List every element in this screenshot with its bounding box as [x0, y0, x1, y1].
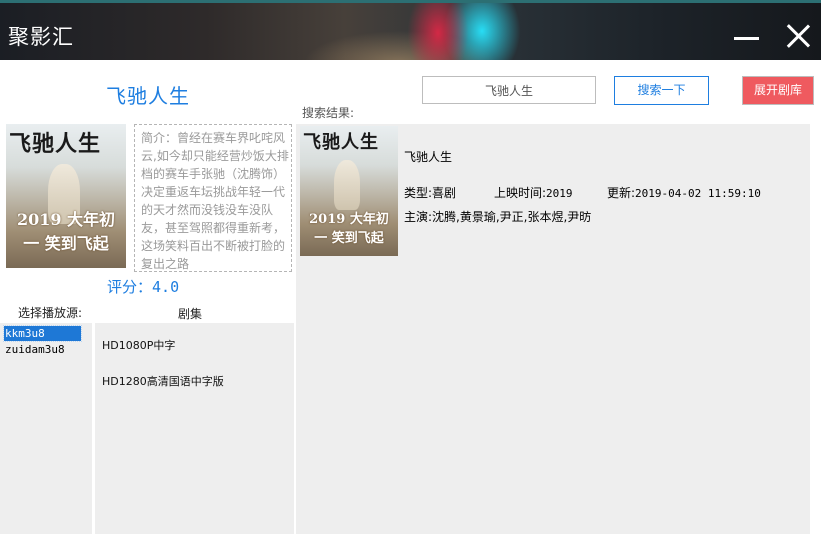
poster-title-text: 飞驰人生: [9, 131, 102, 157]
episode-list[interactable]: HD1080P中字 HD1280高清国语中字版: [95, 323, 294, 534]
source-item-zuidam3u8[interactable]: zuidam3u8: [4, 342, 81, 357]
result-actors-value: 沈腾,黄景瑜,尹正,张本煜,尹昉: [432, 210, 592, 224]
result-poster-title-text: 飞驰人生: [303, 132, 379, 153]
poster-tagline: 2019 大年初一 笑到飞起: [16, 210, 116, 253]
source-label: 选择播放源:: [18, 306, 83, 320]
rating: 评分：4.0: [107, 276, 179, 297]
episode-item-hd1080p[interactable]: HD1080P中字: [102, 337, 175, 353]
episode-label: 剧集: [178, 307, 203, 321]
search-button[interactable]: 搜索一下: [614, 76, 709, 105]
episode-item-hd1280[interactable]: HD1280高清国语中字版: [102, 373, 224, 389]
result-poster[interactable]: 飞驰人生 2019 大年初一 笑到飞起: [300, 126, 398, 256]
result-type-value: 喜剧: [432, 186, 457, 200]
result-title[interactable]: 飞驰人生: [404, 148, 452, 165]
minimize-icon[interactable]: [733, 23, 761, 51]
title-bar[interactable]: 聚影汇: [0, 0, 821, 60]
result-release-label: 上映时间:: [494, 186, 547, 200]
result-poster-tagline: 2019 大年初一 笑到飞起: [309, 212, 389, 246]
result-release-value: 2019: [546, 187, 573, 200]
expand-library-button[interactable]: 展开剧库: [742, 76, 814, 105]
result-type: 类型:喜剧: [404, 184, 456, 201]
result-actors: 主演:沈腾,黄景瑜,尹正,张本煜,尹昉: [404, 208, 591, 225]
movie-title: 飞驰人生: [106, 84, 190, 108]
result-type-label: 类型:: [404, 186, 433, 200]
synopsis-text: 简介：曾经在赛车界叱咤风云,如今却只能经营炒饭大排档的赛车手张驰（沈腾饰）决定重…: [134, 124, 292, 272]
result-release: 上映时间:2019: [494, 184, 573, 201]
app-title: 聚影汇: [8, 25, 74, 49]
rating-value: 4.0: [152, 278, 180, 296]
source-list[interactable]: kkm3u8 zuidam3u8: [0, 323, 92, 534]
result-updated-value: 2019-04-02 11:59:10: [635, 187, 761, 200]
result-actors-label: 主演:: [404, 210, 433, 224]
result-updated-label: 更新:: [607, 186, 636, 200]
search-input[interactable]: [422, 76, 596, 104]
close-icon[interactable]: [784, 23, 812, 51]
source-item-kkm3u8[interactable]: kkm3u8: [3, 325, 82, 342]
result-poster-figure: [334, 160, 360, 210]
movie-poster: 飞驰人生 2019 大年初一 笑到飞起: [6, 124, 126, 268]
result-updated: 更新:2019-04-02 11:59:10: [607, 184, 761, 201]
results-label: 搜索结果:: [302, 106, 355, 120]
rating-label: 评分：: [107, 278, 153, 296]
